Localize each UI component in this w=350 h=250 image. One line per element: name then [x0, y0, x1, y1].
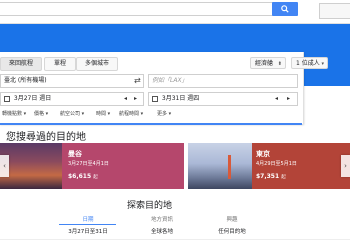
- filter-airline[interactable]: 航空公司 ▾: [60, 110, 84, 117]
- destination-city: 曼谷: [68, 150, 82, 158]
- trip-type-multicity[interactable]: 多個城市: [76, 57, 118, 71]
- explore-dates-label: 日期: [82, 217, 94, 223]
- explore-title: 探索目的地: [127, 201, 173, 211]
- explore-tab-underline: [59, 224, 116, 225]
- origin-value: 臺北 (所有機場): [4, 77, 47, 84]
- chevron-left-icon[interactable]: ◂: [275, 93, 278, 105]
- top-search-button[interactable]: [272, 2, 298, 16]
- destination-input[interactable]: 例如「LAX」: [148, 74, 298, 88]
- swap-icon[interactable]: ⇄: [134, 75, 141, 87]
- destination-dates: 4月29日至5月1日: [256, 161, 297, 167]
- destination-price: $6,615 起: [68, 173, 98, 180]
- section-title: 您搜尋過的目的地: [6, 132, 86, 143]
- chevron-down-icon: ⬍: [277, 61, 282, 67]
- footer-divider: [0, 239, 350, 240]
- trip-type-oneway[interactable]: 單程: [44, 57, 76, 71]
- chevron-right-icon: ›: [344, 162, 347, 170]
- header-side-control[interactable]: [319, 3, 350, 19]
- calendar-icon: [4, 95, 10, 102]
- filter-underline: [0, 123, 302, 125]
- explore-interest-label: 興趣: [226, 217, 238, 223]
- explore-region-value: 全球各地: [150, 229, 173, 235]
- destination-dates: 3月27日至4月1日: [68, 161, 109, 167]
- destination-city: 東京: [256, 150, 270, 158]
- origin-input[interactable]: 臺北 (所有機場) ⇄: [0, 74, 144, 88]
- cabin-select[interactable]: 經濟艙 ⬍: [250, 57, 286, 69]
- cabin-select-value: 經濟艙: [255, 60, 274, 67]
- tokyo-photo[interactable]: [188, 143, 252, 189]
- tokyo-tower-shape: [228, 155, 231, 179]
- explore-region-label: 地方資訊: [150, 217, 173, 223]
- bangkok-photo[interactable]: [0, 143, 62, 189]
- filter-stops[interactable]: 轉機點數 ▾: [2, 110, 26, 117]
- destination-price: $7,351 起: [256, 173, 286, 180]
- depart-date-field[interactable]: 3月27日 週日 ◂ ▸: [0, 92, 144, 106]
- chevron-left-icon: ‹: [3, 162, 6, 170]
- chevron-right-icon[interactable]: ▸: [134, 93, 137, 105]
- return-date-value: 3月31日 週四: [161, 95, 200, 102]
- top-search-input[interactable]: [0, 2, 273, 16]
- passenger-select[interactable]: 1 位成人 ▾: [291, 57, 328, 69]
- calendar-icon: [152, 95, 158, 102]
- carousel-next-button[interactable]: ›: [341, 155, 350, 177]
- filter-time[interactable]: 時間 ▾: [96, 110, 110, 117]
- chevron-left-icon[interactable]: ◂: [124, 93, 127, 105]
- filter-price[interactable]: 價格 ▾: [34, 110, 48, 117]
- depart-date-value: 3月27日 週日: [13, 95, 52, 102]
- chevron-down-icon: ▾: [321, 61, 324, 67]
- chevron-right-icon[interactable]: ▸: [287, 93, 290, 105]
- explore-dates-value: 3月27日至31日: [68, 229, 108, 235]
- return-date-field[interactable]: 3月31日 週四 ◂ ▸: [148, 92, 298, 106]
- trip-type-roundtrip[interactable]: 來回航程: [0, 57, 42, 71]
- destination-card-bangkok[interactable]: 曼谷 3月27日至4月1日 $6,615 起: [62, 143, 184, 189]
- destination-card-tokyo[interactable]: 東京 4月29日至5月1日 $7,351 起: [252, 143, 350, 189]
- search-icon: [281, 5, 289, 13]
- filter-more[interactable]: 更多 ▾: [157, 110, 171, 117]
- explore-tab-dates[interactable]: 日期 3月27日至31日: [56, 215, 120, 235]
- carousel-prev-button[interactable]: ‹: [0, 155, 9, 177]
- explore-tab-region[interactable]: 地方資訊 全球各地: [130, 215, 194, 235]
- passenger-select-value: 1 位成人: [296, 60, 320, 67]
- destination-placeholder: 例如「LAX」: [152, 77, 188, 84]
- explore-tab-interest[interactable]: 興趣 任何目的地: [200, 215, 264, 235]
- filter-duration[interactable]: 航程時間 ▾: [119, 110, 143, 117]
- explore-interest-value: 任何目的地: [218, 229, 246, 235]
